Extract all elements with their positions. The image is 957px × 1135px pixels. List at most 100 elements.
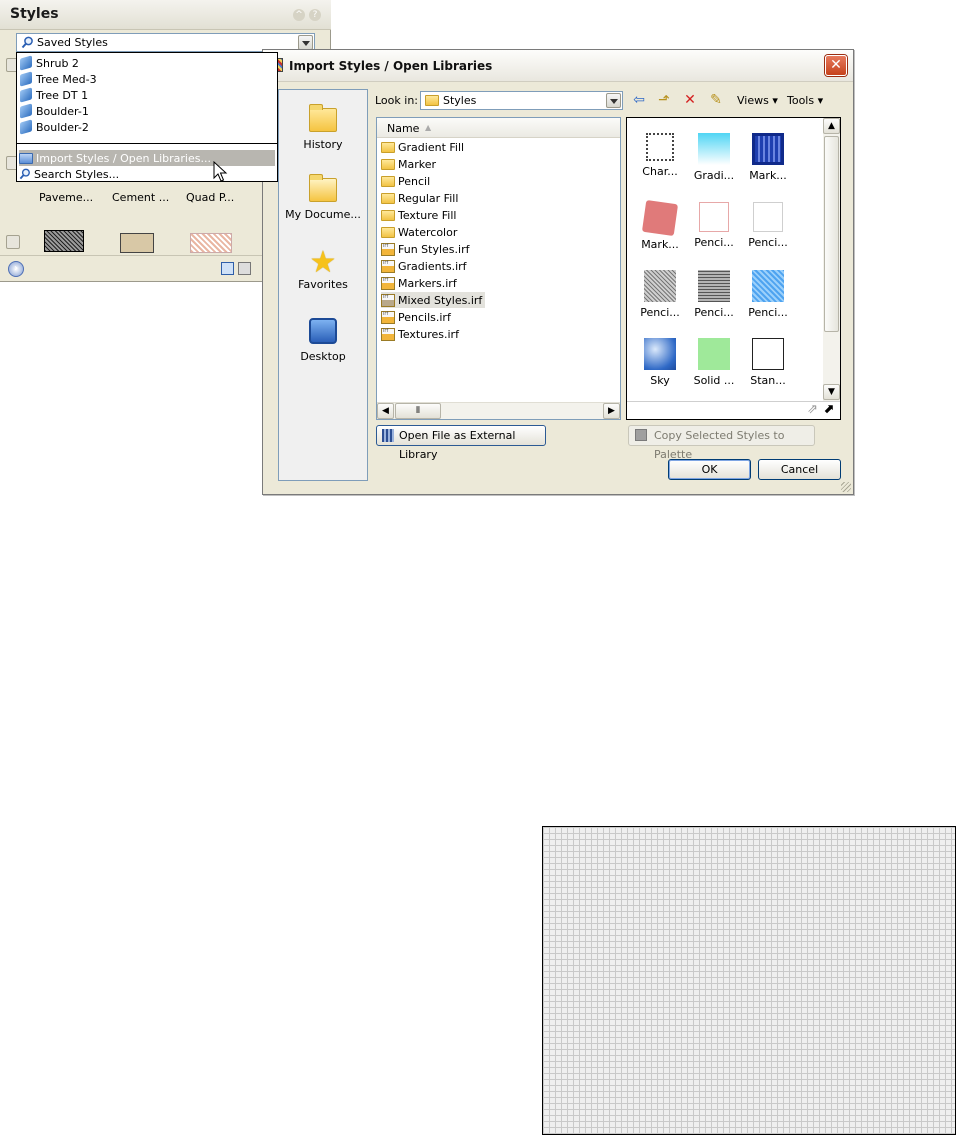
style-preview-item[interactable]: Mark...: [743, 133, 793, 182]
list-item[interactable]: Textures.irf: [381, 326, 462, 342]
close-icon[interactable]: ✕: [825, 55, 847, 76]
list-item-label: Shrub 2: [36, 56, 79, 70]
dropdown-divider: [17, 143, 277, 144]
irf-file-icon: [381, 293, 395, 307]
list-item[interactable]: Gradient Fill: [381, 139, 467, 155]
style-preview-item[interactable]: Solid ...: [689, 338, 739, 387]
irf-file-icon: [381, 327, 395, 341]
thumb-label[interactable]: Paveme...: [39, 191, 93, 204]
mouse-cursor-icon: [213, 161, 228, 182]
folder-icon: [381, 209, 395, 221]
ok-label: OK: [701, 463, 718, 476]
dialog-title: Import Styles / Open Libraries: [289, 59, 493, 73]
import-styles-item[interactable]: Import Styles / Open Libraries...: [19, 150, 275, 166]
thumb-label[interactable]: Cement ...: [112, 191, 169, 204]
list-item[interactable]: Fun Styles.irf: [381, 241, 472, 257]
list-item[interactable]: Tree DT 1: [19, 87, 88, 103]
scroll-thumb[interactable]: [824, 136, 839, 332]
list-item[interactable]: Tree Med-3: [19, 71, 97, 87]
name-column-header[interactable]: Name ▲: [377, 118, 620, 138]
search-styles-item[interactable]: Search Styles...: [19, 166, 119, 182]
marker-red-swatch: [641, 199, 679, 237]
arrow-right-icon[interactable]: ›: [8, 261, 24, 277]
irf-file-icon: [381, 259, 395, 273]
style-preview-item[interactable]: Penci...: [635, 270, 685, 319]
grid-texture-panel: [542, 826, 956, 1135]
ok-button[interactable]: OK: [668, 459, 751, 480]
chevron-left-icon[interactable]: ◀: [377, 403, 394, 419]
vertical-scrollbar[interactable]: ▲ ▼: [823, 118, 840, 401]
sky-swatch: [644, 338, 676, 370]
list-item[interactable]: Pencils.irf: [381, 309, 454, 325]
place-label: Favorites: [298, 278, 348, 291]
copy-styles-button[interactable]: Copy Selected Styles to Palette: [628, 425, 815, 461]
resize-grip-icon[interactable]: [841, 482, 851, 492]
chevron-down-icon[interactable]: [606, 93, 621, 108]
diagonal-arrow-outline-icon[interactable]: ⇗: [807, 402, 818, 417]
pavement-thumbnail[interactable]: [44, 230, 84, 252]
list-item-selected[interactable]: Mixed Styles.irf: [381, 292, 486, 308]
quad-pattern-thumbnail[interactable]: [190, 233, 232, 253]
views-menu[interactable]: Views ▾: [737, 94, 778, 107]
style-preview-item[interactable]: Penci...: [689, 270, 739, 319]
list-item[interactable]: Shrub 2: [19, 55, 79, 71]
list-item[interactable]: Texture Fill: [381, 207, 459, 223]
up-folder-icon[interactable]: ⬏: [655, 92, 673, 108]
place-history[interactable]: History: [279, 104, 367, 151]
list-item[interactable]: Pencil: [381, 173, 433, 189]
help-icon[interactable]: ?: [309, 9, 321, 21]
chevron-down-icon[interactable]: ▼: [823, 384, 840, 400]
name-column-label: Name: [387, 122, 420, 135]
style-preview-item[interactable]: Gradi...: [689, 133, 739, 182]
marker-swatch: [752, 133, 784, 165]
style-preview-item[interactable]: Sky: [635, 338, 685, 387]
search-icon: [19, 168, 30, 180]
open-external-label: Open File as External Library: [399, 429, 516, 461]
list-item[interactable]: Marker: [381, 156, 439, 172]
list-item[interactable]: Regular Fill: [381, 190, 461, 206]
irf-file-icon: [381, 276, 395, 290]
list-item[interactable]: Watercolor: [381, 224, 460, 240]
new-folder-icon[interactable]: ✎: [707, 92, 725, 108]
places-bar: History My Docume... ★ Favorites Desktop: [278, 89, 368, 481]
list-item[interactable]: Boulder-1: [19, 103, 89, 119]
scroll-thumb[interactable]: ⦀: [395, 403, 441, 419]
open-external-library-button[interactable]: Open File as External Library: [376, 425, 546, 461]
cancel-button[interactable]: Cancel: [758, 459, 841, 480]
chevron-up-icon[interactable]: ▲: [823, 118, 840, 134]
copy-style-icon[interactable]: [238, 262, 251, 275]
diagonal-arrow-icon[interactable]: ⬈: [823, 402, 834, 417]
preview-label: Stan...: [750, 374, 786, 387]
look-in-select[interactable]: Styles: [420, 91, 623, 110]
tools-menu[interactable]: Tools ▾: [787, 94, 823, 107]
chevron-right-icon[interactable]: ▶: [603, 403, 620, 419]
scroll-down-button[interactable]: [6, 235, 20, 249]
place-favorites[interactable]: ★ Favorites: [279, 248, 367, 292]
delete-icon[interactable]: ✕: [681, 92, 699, 108]
collapse-icon[interactable]: ^: [293, 9, 305, 21]
list-item[interactable]: Gradients.irf: [381, 258, 470, 274]
place-my-documents[interactable]: My Docume...: [279, 174, 367, 221]
place-desktop[interactable]: Desktop: [279, 318, 367, 363]
file-name: Pencils.irf: [398, 310, 451, 324]
cement-thumbnail[interactable]: [120, 233, 154, 253]
new-style-icon[interactable]: [221, 262, 234, 275]
folder-icon: [381, 226, 395, 238]
style-preview-item[interactable]: Penci...: [743, 202, 793, 249]
style-preview-pane: Char... Gradi... Mark... Mark... Penci..…: [626, 117, 841, 420]
style-preview-item[interactable]: Stan...: [743, 338, 793, 387]
style-preview-item[interactable]: Mark...: [635, 199, 685, 251]
chevron-down-icon[interactable]: [298, 35, 313, 50]
file-name: Watercolor: [398, 225, 458, 239]
list-item[interactable]: Markers.irf: [381, 275, 460, 291]
thumb-label[interactable]: Quad P...: [186, 191, 234, 204]
style-preview-item[interactable]: Penci...: [743, 270, 793, 319]
place-label: My Docume...: [285, 208, 361, 221]
horizontal-scrollbar[interactable]: ◀ ⦀ ▶: [377, 402, 620, 419]
charcoal-swatch: [646, 133, 674, 161]
style-preview-item[interactable]: Char...: [635, 133, 685, 178]
back-arrow-icon[interactable]: ⇦: [630, 92, 648, 108]
list-item[interactable]: Boulder-2: [19, 119, 89, 135]
style-preview-item[interactable]: Penci...: [689, 202, 739, 249]
dialog-title-bar: Import Styles / Open Libraries ✕: [263, 50, 853, 82]
